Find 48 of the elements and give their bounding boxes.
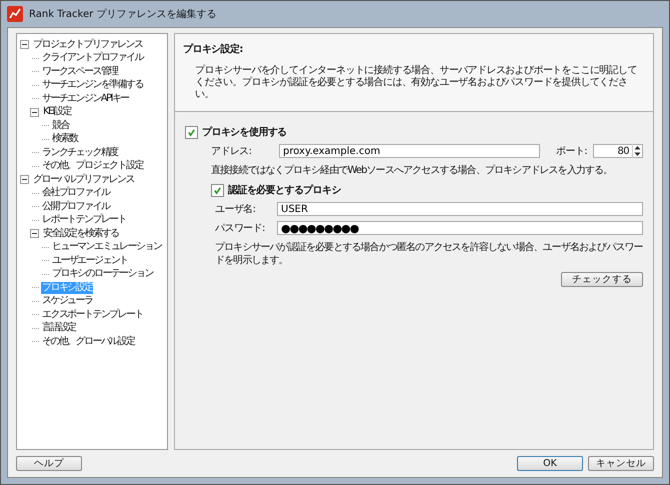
collapse-icon[interactable] (20, 40, 29, 50)
tree-item[interactable]: サーチエンジンAPIキー (41, 92, 130, 105)
auth-checkbox[interactable] (211, 184, 224, 196)
tree-item[interactable]: 安全設定を検索する (42, 228, 120, 240)
tree-item[interactable]: ユーザエージェント (51, 254, 129, 267)
username-field[interactable]: USER (277, 202, 643, 216)
auth-label: 認証を必要とするプロキシ (228, 183, 341, 197)
tree-item[interactable]: レポートテンプレート (41, 214, 128, 226)
window-title: Rank Tracker プリファレンスを編集する (29, 8, 216, 21)
use-proxy-label: プロキシを使用する (202, 125, 287, 139)
tree-item[interactable]: 公開プロファイル (41, 200, 110, 213)
tree-item[interactable]: ワークスペース管理 (41, 66, 119, 78)
address-label: アドレス: (211, 145, 252, 158)
tree-item[interactable]: スケジューラ (41, 295, 94, 308)
tree-item[interactable]: その他。プロジェクト設定 (41, 160, 144, 172)
address-field[interactable]: proxy.example.com (279, 144, 540, 158)
tree-item[interactable]: ランクチェック精度 (41, 146, 119, 159)
panel-title: プロキシ設定: (183, 42, 244, 56)
address-hint: 直接接続ではなくプロキシ経由でWebソースへアクセスする場合、プロキシアドレスを入力する。 (210, 164, 614, 178)
tree-item[interactable]: 言語設定 (41, 322, 77, 334)
tree-item[interactable]: プロキシのローテーション (51, 268, 154, 280)
collapse-icon[interactable] (20, 175, 29, 184)
port-label: ポート: (556, 145, 587, 158)
ok-button[interactable]: OK (517, 456, 583, 471)
tree-item[interactable]: 会社プロファイル (41, 187, 110, 200)
tree-item[interactable]: プロジェクトプリファレンス (32, 38, 144, 51)
tree-item[interactable]: サーチエンジンを準備する (41, 79, 144, 92)
tree-item[interactable]: 検索数 (51, 133, 78, 146)
username-label: ユーザ名: (215, 203, 256, 216)
auth-hint: プロキシサーバが認証を必要とする場合かつ匿名のアクセスを許容しない場合、ユーザ名およびパスワードを明示します。 (214, 240, 643, 268)
tree-item[interactable]: ヒューマンエミュレーション (51, 241, 162, 254)
check-button[interactable]: チェックする (561, 272, 643, 287)
tree-item[interactable]: エクスポートテンプレート (41, 308, 144, 321)
collapse-icon[interactable] (30, 229, 39, 238)
tree-item[interactable]: グローバルプリファレンス (32, 174, 135, 186)
tree-item[interactable]: クライアントプロファイル (41, 52, 144, 64)
port-spinner[interactable]: 80 (593, 144, 643, 158)
panel-description: プロキシサーバを介してインターネットに接続する場合、サーバアドレスおよびポートをここに明記してください。プロキシが認証を必要とする場合には、有効なユーザ名およびパスワードを提供してください。 (194, 65, 638, 101)
password-label: パスワード: (215, 222, 266, 235)
password-field[interactable]: ●●●●●●●●● (277, 221, 643, 235)
help-button[interactable]: ヘルプ (16, 456, 82, 471)
cancel-button[interactable]: キャンセル (588, 456, 654, 471)
app-logo-icon (7, 6, 23, 22)
tree-item[interactable]: KEI設定 (42, 106, 72, 118)
use-proxy-checkbox[interactable] (185, 126, 198, 138)
tree-item[interactable]: その他。グローバル設定 (41, 336, 136, 348)
collapse-icon[interactable] (30, 108, 39, 117)
tree-item[interactable]: 競合 (51, 120, 70, 132)
